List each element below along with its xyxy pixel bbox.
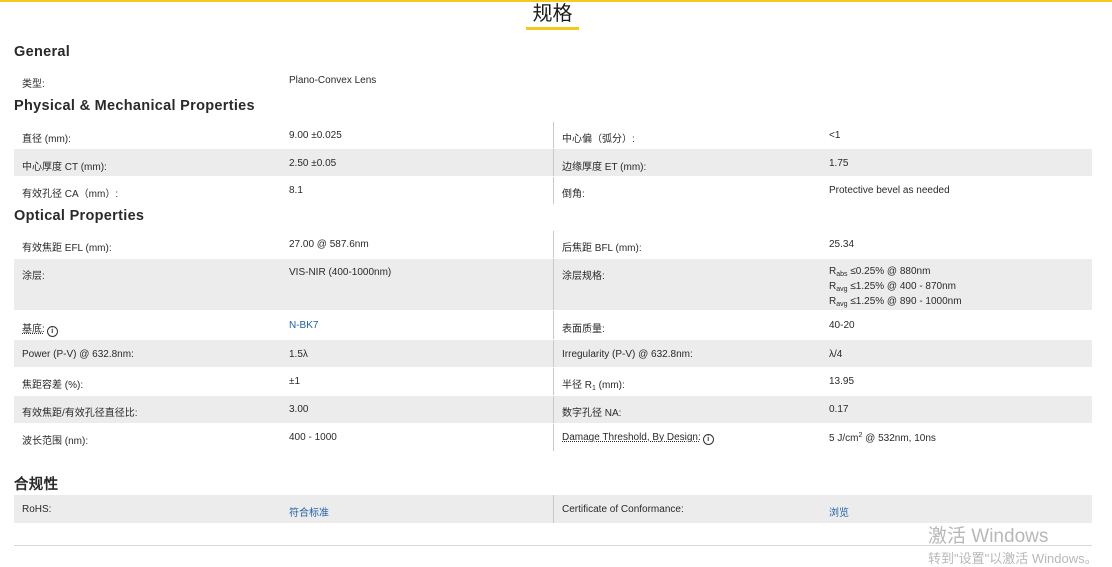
certificate-label: Certificate of Conformance:: [562, 504, 684, 515]
section-general-heading: General: [14, 44, 71, 60]
rohs-link[interactable]: 符合标准: [289, 504, 329, 519]
wavelength-value: 400 - 1000: [289, 432, 337, 443]
fl-tolerance-label: 焦距容差 (%):: [22, 380, 84, 391]
coating-spec-value: Rabs ≤0.25% @ 880nm Ravg ≤1.25% @ 400 - …: [829, 266, 962, 311]
surface-label: 表面质量:: [562, 324, 605, 335]
section-physical-heading: Physical & Mechanical Properties: [14, 98, 255, 114]
et-value: 1.75: [829, 158, 849, 169]
page-title: 规格: [526, 3, 579, 30]
coating-spec-label: 涂层规格:: [562, 271, 605, 282]
coating-spec-line: Rabs ≤0.25% @ 880nm: [829, 266, 931, 278]
table-row: 有效孔径 CA（mm）: 8.1 倒角: Protective bevel as…: [14, 177, 1092, 204]
bevel-value: Protective bevel as needed: [829, 185, 950, 196]
bfl-value: 25.34: [829, 239, 855, 250]
windows-activation-hint: 转到"设置"以激活 Windows。: [928, 551, 1098, 566]
table-row: 有效焦距 EFL (mm): 27.00 @ 587.6nm 后焦距 BFL (…: [14, 231, 1092, 258]
bevel-label: 倒角:: [562, 189, 585, 200]
fl-tolerance-value: ±1: [289, 376, 301, 387]
ct-label: 中心厚度 CT (mm):: [22, 162, 107, 173]
top-accent-line: [0, 0, 1112, 2]
diameter-label: 直径 (mm):: [22, 134, 71, 145]
column-divider: [553, 396, 554, 423]
radius-value: 13.95: [829, 376, 855, 387]
section-optical-heading: Optical Properties: [14, 208, 145, 224]
f-number-label: 有效焦距/有效孔径直径比:: [22, 408, 138, 419]
irregularity-label: Irregularity (P-V) @ 632.8nm:: [562, 349, 693, 360]
table-row: Power (P-V) @ 632.8nm: 1.5λ Irregularity…: [14, 340, 1092, 367]
centering-label: 中心偏（弧分）:: [562, 134, 635, 145]
substrate-link[interactable]: N-BK7: [289, 320, 318, 331]
surface-value: 40-20: [829, 320, 855, 331]
column-divider: [553, 340, 554, 367]
table-row: 中心厚度 CT (mm): 2.50 ±0.05 边缘厚度 ET (mm): 1…: [14, 149, 1092, 176]
info-icon[interactable]: i: [46, 326, 58, 337]
bfl-label: 后焦距 BFL (mm):: [562, 243, 642, 254]
power-label: Power (P-V) @ 632.8nm:: [22, 349, 134, 360]
coating-spec-line: Ravg ≤1.25% @ 400 - 870nm: [829, 281, 957, 293]
table-row: 基底: i N-BK7 表面质量: 40-20: [14, 311, 1092, 339]
column-divider: [553, 259, 554, 310]
table-row: 涂层: VIS-NIR (400-1000nm) 涂层规格: Rabs ≤0.2…: [14, 259, 1092, 310]
windows-activation-watermark: 激活 Windows: [928, 526, 1049, 547]
efl-value: 27.00 @ 587.6nm: [289, 239, 369, 250]
column-divider: [553, 495, 554, 523]
f-number-value: 3.00: [289, 404, 309, 415]
damage-threshold-value: 5 J/cm2 @ 532nm, 10ns: [829, 432, 936, 444]
column-divider: [553, 424, 554, 451]
table-row: 直径 (mm): 9.00 ±0.025 中心偏（弧分）: <1: [14, 122, 1092, 148]
table-row: RoHS: 符合标准 Certificate of Conformance: 浏…: [14, 495, 1092, 523]
column-divider: [553, 122, 554, 148]
certificate-browse-link[interactable]: 浏览: [829, 504, 849, 519]
centering-value: <1: [829, 130, 841, 141]
column-divider: [553, 311, 554, 339]
diameter-value: 9.00 ±0.025: [289, 130, 342, 141]
table-row: 有效焦距/有效孔径直径比: 3.00 数字孔径 NA: 0.17: [14, 396, 1092, 423]
radius-label: 半径 R1 (mm):: [562, 380, 625, 392]
type-value: Plano-Convex Lens: [289, 75, 377, 86]
info-icon[interactable]: i: [702, 434, 714, 445]
na-value: 0.17: [829, 404, 849, 415]
wavelength-label: 波长范围 (nm):: [22, 436, 89, 447]
power-value: 1.5λ: [289, 349, 308, 360]
efl-label: 有效焦距 EFL (mm):: [22, 243, 112, 254]
table-row: 焦距容差 (%): ±1 半径 R1 (mm): 13.95: [14, 368, 1092, 395]
column-divider: [553, 177, 554, 204]
coating-value: VIS-NIR (400-1000nm): [289, 267, 392, 278]
table-row: 类型: Plano-Convex Lens: [14, 75, 1092, 90]
ca-label: 有效孔径 CA（mm）:: [22, 189, 119, 200]
damage-threshold-label: Damage Threshold, By Design: i: [562, 432, 714, 445]
na-label: 数字孔径 NA:: [562, 408, 622, 419]
column-divider: [553, 149, 554, 176]
irregularity-value: λ/4: [829, 349, 843, 360]
column-divider: [553, 368, 554, 395]
coating-label: 涂层:: [22, 271, 45, 282]
type-label: 类型:: [22, 79, 45, 90]
ct-value: 2.50 ±0.05: [289, 158, 337, 169]
substrate-label: 基底: i: [22, 320, 58, 337]
ca-value: 8.1: [289, 185, 303, 196]
rohs-label: RoHS:: [22, 504, 52, 515]
table-row: 波长范围 (nm): 400 - 1000 Damage Threshold, …: [14, 424, 1092, 451]
et-label: 边缘厚度 ET (mm):: [562, 162, 647, 173]
column-divider: [553, 231, 554, 258]
section-compliance-heading: 合规性: [14, 477, 59, 493]
coating-spec-line: Ravg ≤1.25% @ 890 - 1000nm: [829, 296, 962, 308]
